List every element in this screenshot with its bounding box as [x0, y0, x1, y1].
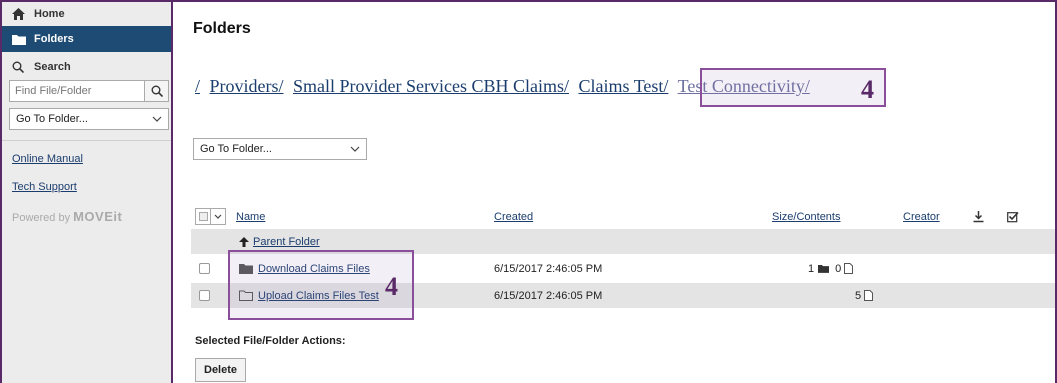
column-created[interactable]: Created [494, 211, 533, 223]
delete-button[interactable]: Delete [195, 358, 247, 382]
search-submit-button[interactable] [144, 81, 168, 101]
created-date: 6/15/2017 2:46:05 PM [494, 262, 603, 275]
created-date: 6/15/2017 2:46:05 PM [494, 289, 603, 302]
row-checkbox[interactable] [199, 290, 210, 301]
online-manual-link[interactable]: Online Manual [12, 153, 171, 165]
breadcrumb-providers[interactable]: Providers/ [210, 76, 284, 96]
search-icon [12, 61, 28, 73]
actions-label: Selected File/Folder Actions: [195, 335, 346, 347]
size-contents: 5 [855, 283, 874, 308]
home-icon [12, 8, 28, 20]
size-contents: 1 0 [808, 256, 854, 281]
parent-folder-link[interactable]: Parent Folder [253, 236, 320, 248]
breadcrumb-claims-test[interactable]: Claims Test/ [579, 76, 669, 96]
moveit-logo: MOVEit [73, 209, 123, 224]
breadcrumb-root[interactable]: / [195, 76, 200, 96]
find-file-folder-input[interactable] [10, 81, 144, 101]
nav-home[interactable]: Home [2, 2, 171, 26]
table-header: Name Created Size/Contents Creator [191, 204, 1056, 229]
nav-home-label: Home [34, 8, 65, 20]
sidebar-goto-folder-value: Go To Folder... [16, 113, 88, 125]
folder-icon [818, 264, 830, 273]
goto-folder-value: Go To Folder... [200, 143, 272, 155]
download-icon[interactable] [973, 204, 984, 229]
folder-icon [12, 34, 28, 45]
sidebar: Home Folders Search Go To Folder... Onli… [2, 2, 173, 383]
goto-folder-select[interactable]: Go To Folder... [193, 138, 367, 160]
nav-search-label: Search [34, 61, 71, 73]
magnifier-icon [151, 85, 163, 97]
chevron-down-icon [211, 214, 225, 219]
column-size-contents[interactable]: Size/Contents [772, 211, 840, 223]
page-title: Folders [193, 20, 251, 37]
callout-number: 4 [385, 272, 398, 301]
file-icon [864, 290, 874, 301]
file-count: 5 [855, 289, 862, 302]
powered-by: Powered by MOVEit [12, 209, 171, 224]
main-content: Folders / Providers/ Small Provider Serv… [175, 2, 1056, 383]
chevron-down-icon [350, 143, 360, 155]
column-name[interactable]: Name [236, 211, 265, 223]
sidebar-divider [2, 140, 171, 141]
powered-by-label: Powered by [12, 212, 71, 224]
file-icon [844, 263, 854, 274]
callout-number: 4 [861, 75, 874, 104]
check-all-icon[interactable] [1007, 204, 1019, 229]
sidebar-goto-folder-select[interactable]: Go To Folder... [9, 108, 169, 130]
nav-folders-label: Folders [34, 33, 74, 45]
find-file-folder-field [9, 80, 169, 102]
select-all-control[interactable] [195, 204, 226, 229]
file-count: 0 [835, 262, 842, 275]
column-creator[interactable]: Creator [903, 211, 940, 223]
tech-support-link[interactable]: Tech Support [12, 181, 171, 193]
nav-folders[interactable]: Folders [2, 26, 171, 52]
chevron-down-icon [152, 113, 162, 125]
highlight-box-breadcrumb [700, 68, 886, 107]
nav-search[interactable]: Search [2, 56, 171, 78]
row-checkbox[interactable] [199, 263, 210, 274]
breadcrumb-small-provider-services[interactable]: Small Provider Services CBH Claims/ [293, 76, 569, 96]
folder-count: 1 [808, 262, 815, 275]
